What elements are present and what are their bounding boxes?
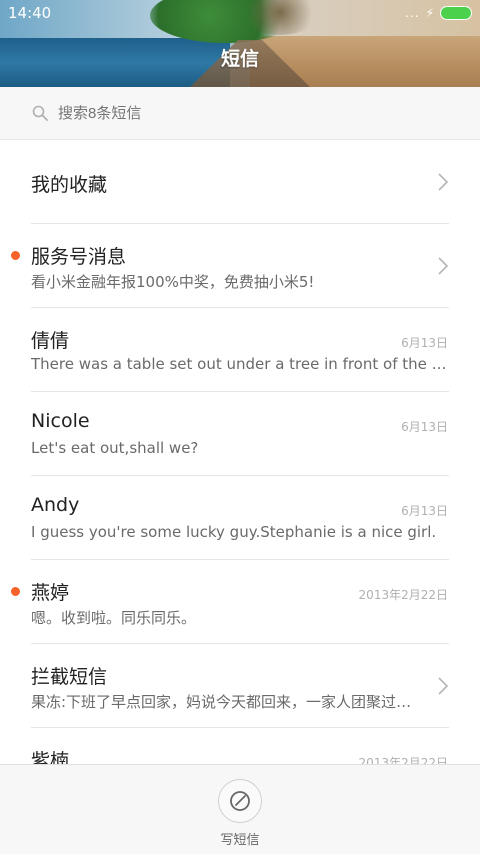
thread-name: 我的收藏 — [31, 174, 108, 196]
compose-button[interactable] — [218, 779, 262, 823]
bolt-icon: ⚡ — [425, 6, 434, 20]
chevron-right-icon — [438, 257, 449, 275]
unread-dot — [11, 251, 20, 260]
chevron-right-icon — [438, 677, 449, 695]
thread-date: 6月13日 — [401, 336, 448, 350]
thread-date: 6月13日 — [401, 504, 448, 518]
thread-name: 倩倩 — [31, 330, 70, 352]
thread-date: 6月13日 — [401, 420, 448, 434]
thread-favorites[interactable]: 我的收藏 — [0, 140, 480, 224]
thread-preview: 果冻:下班了早点回家，妈说今天都回来，一家人团聚过年... — [31, 693, 420, 711]
battery-icon — [440, 6, 472, 20]
search-bar[interactable] — [0, 87, 480, 140]
thread-name: Andy — [31, 494, 80, 516]
thread-name: 燕婷 — [31, 582, 70, 604]
thread-yanting[interactable]: 燕婷 2013年2月22日 嗯。收到啦。同乐同乐。 — [0, 560, 480, 644]
thread-preview: There was a table set out under a tree i… — [31, 355, 448, 373]
search-input[interactable] — [58, 101, 358, 125]
header-banner: 14:40 ... ⚡ 短信 — [0, 0, 480, 87]
status-icons: ... ⚡ — [405, 6, 472, 20]
thread-qianqian[interactable]: 倩倩 6月13日 There was a table set out under… — [0, 308, 480, 392]
unread-dot — [11, 587, 20, 596]
thread-andy[interactable]: Andy 6月13日 I guess you're some lucky guy… — [0, 476, 480, 560]
thread-preview: I guess you're some lucky guy.Stephanie … — [31, 523, 437, 541]
status-time: 14:40 — [8, 4, 52, 22]
thread-name: 服务号消息 — [31, 246, 127, 268]
bottom-bar: 写短信 — [0, 764, 480, 854]
thread-blocked[interactable]: 拦截短信 果冻:下班了早点回家，妈说今天都回来，一家人团聚过年... — [0, 644, 480, 728]
thread-name: 拦截短信 — [31, 666, 108, 688]
thread-preview: 嗯。收到啦。同乐同乐。 — [31, 609, 197, 627]
thread-nicole[interactable]: Nicole 6月13日 Let's eat out,shall we? — [0, 392, 480, 476]
status-bar: 14:40 ... ⚡ — [0, 0, 480, 28]
chevron-right-icon — [438, 173, 449, 191]
thread-service[interactable]: 服务号消息 看小米金融年报100%中奖，免费抽小米5! — [0, 224, 480, 308]
compose-label: 写短信 — [220, 833, 260, 848]
page-title: 短信 — [220, 48, 259, 70]
search-icon — [32, 105, 48, 121]
thread-preview: Let's eat out,shall we? — [31, 439, 199, 457]
thread-preview: 看小米金融年报100%中奖，免费抽小米5! — [31, 273, 315, 291]
signal-dots: ... — [405, 6, 420, 20]
thread-date: 2013年2月22日 — [358, 588, 448, 602]
compose-icon — [230, 791, 250, 811]
thread-name: Nicole — [31, 410, 90, 432]
